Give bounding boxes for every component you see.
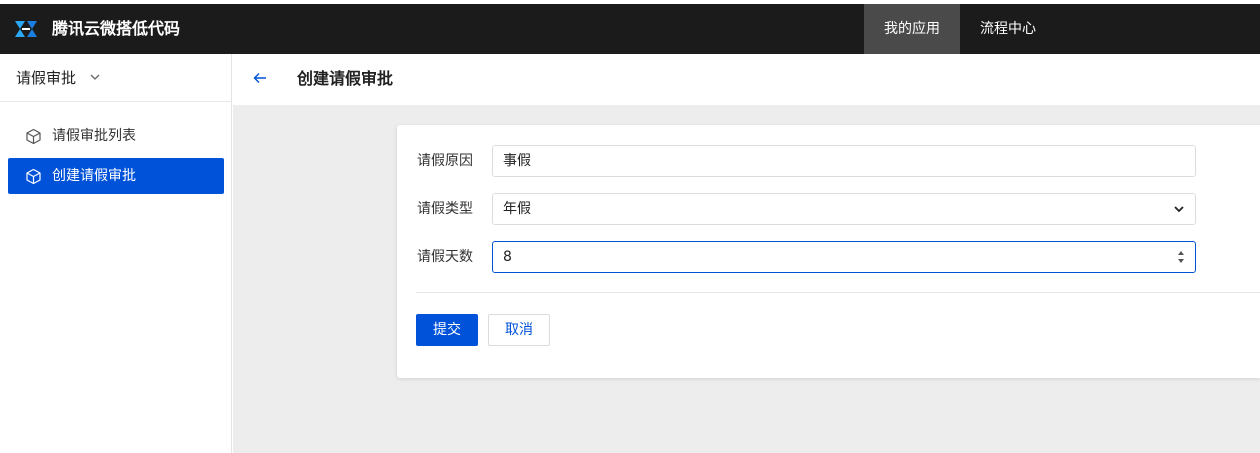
sidebar-item-leave-list[interactable]: 请假审批列表 <box>8 118 224 154</box>
leave-days-value: 8 <box>503 249 512 265</box>
sidebar-title: 请假审批 <box>16 69 77 87</box>
nav-my-apps[interactable]: 我的应用 <box>864 4 960 54</box>
top-navbar: 腾讯云微搭低代码 我的应用 流程中心 <box>0 4 1260 54</box>
field-label-days: 请假天数 <box>417 249 473 265</box>
leave-type-value: 年假 <box>503 201 531 217</box>
sidebar-item-label: 请假审批列表 <box>52 128 136 144</box>
sidebar-header[interactable]: 请假审批 <box>0 54 232 102</box>
form-card: 请假原因 事假 请假类型 年假 请假天数 8 提交 取消 <box>397 125 1260 378</box>
leave-type-select[interactable]: 年假 <box>492 193 1196 225</box>
field-label-reason: 请假原因 <box>417 153 473 169</box>
reason-input[interactable]: 事假 <box>492 145 1196 177</box>
cube-icon <box>26 128 41 145</box>
reason-value: 事假 <box>503 153 531 169</box>
cancel-button[interactable]: 取消 <box>488 314 550 346</box>
submit-button[interactable]: 提交 <box>416 314 478 346</box>
arrow-left-icon[interactable] <box>252 70 268 86</box>
brand-name: 腾讯云微搭低代码 <box>52 19 181 38</box>
sidebar-item-label: 创建请假审批 <box>52 168 136 184</box>
cube-icon <box>26 168 41 185</box>
sidebar-item-create-leave[interactable]: 创建请假审批 <box>8 158 224 194</box>
chevron-down-icon <box>90 74 100 80</box>
form-divider <box>416 292 1260 293</box>
weda-logo-icon <box>15 21 37 37</box>
field-label-type: 请假类型 <box>417 201 473 217</box>
number-spinner-icon[interactable] <box>1177 249 1185 265</box>
page-title-bar: 创建请假审批 <box>233 54 1260 105</box>
nav-flow-center[interactable]: 流程中心 <box>960 4 1056 54</box>
leave-days-input[interactable]: 8 <box>492 241 1196 273</box>
page-title: 创建请假审批 <box>297 69 394 88</box>
sidebar: 请假审批 请假审批列表 创建请假审批 <box>0 54 232 453</box>
chevron-down-icon <box>1174 206 1184 213</box>
